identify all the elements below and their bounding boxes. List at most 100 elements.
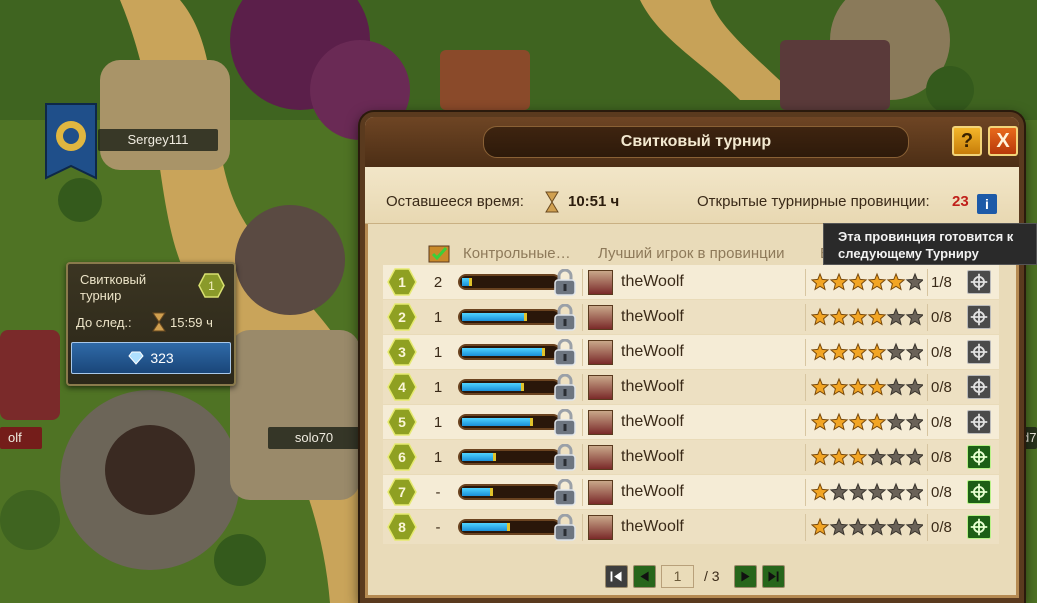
province-row[interactable]: 5 1 theWoolf 0/8: [383, 405, 999, 440]
lock-icon: [554, 409, 576, 436]
tournament-widget[interactable]: Свитковый турнир 1 До след.: 15:59 ч 323: [66, 262, 236, 386]
province-row[interactable]: 8 - theWoolf 0/8: [383, 510, 999, 545]
column-separator: [582, 269, 583, 296]
province-progress: 1/8: [931, 274, 952, 291]
progress-fill: [462, 313, 527, 321]
column-separator: [927, 514, 928, 541]
column-separator: [805, 304, 806, 331]
province-number-badge: 4: [387, 373, 417, 401]
locate-province-button[interactable]: [967, 375, 991, 399]
province-row[interactable]: 7 - theWoolf 0/8: [383, 475, 999, 510]
best-player-name: theWoolf: [621, 378, 684, 395]
column-best-player: Лучший игрок в провинции: [598, 245, 785, 262]
player-avatar[interactable]: [588, 340, 613, 365]
province-number-badge: 2: [387, 303, 417, 331]
star-empty-icon: [867, 517, 887, 536]
star-rating: [811, 482, 923, 501]
checkpoint-count: 1: [433, 379, 443, 396]
help-button[interactable]: ?: [952, 126, 982, 156]
checkpoint-count: 1: [433, 309, 443, 326]
progress-fill: [462, 418, 533, 426]
star-filled-icon: [829, 272, 849, 291]
star-filled-icon: [811, 412, 830, 431]
player-name-sergey[interactable]: Sergey111: [98, 129, 218, 151]
column-separator: [805, 374, 806, 401]
locate-province-button[interactable]: [967, 410, 991, 434]
info-button[interactable]: i: [977, 194, 997, 214]
diamond-icon: [128, 351, 144, 365]
province-number: 2: [398, 309, 406, 325]
checkpoint-progress-bar: [458, 519, 561, 535]
checkpoint-progress-bar: [458, 484, 561, 500]
page-input[interactable]: 1: [661, 565, 694, 588]
province-row[interactable]: 6 1 theWoolf 0/8: [383, 440, 999, 475]
province-number-badge: 1: [387, 268, 417, 296]
province-progress: 0/8: [931, 379, 952, 396]
lock-icon: [554, 514, 576, 541]
star-empty-icon: [886, 342, 906, 361]
best-player-name: theWoolf: [621, 413, 684, 430]
province-row[interactable]: 1 2 theWoolf 1/8: [383, 265, 999, 300]
last-page-button[interactable]: [762, 565, 785, 588]
remaining-time-label: Оставшееся время:: [386, 193, 524, 210]
checkpoint-count: -: [435, 484, 441, 501]
lock-icon: [554, 374, 576, 401]
locate-province-button[interactable]: [967, 480, 991, 504]
province-number: 5: [398, 414, 406, 430]
star-empty-icon: [867, 447, 887, 466]
checkpoint-progress-bar: [458, 379, 561, 395]
locate-province-button[interactable]: [967, 340, 991, 364]
player-avatar[interactable]: [588, 410, 613, 435]
star-filled-icon: [867, 307, 887, 326]
player-avatar[interactable]: [588, 515, 613, 540]
tournament-info-row: Оставшееся время: 10:51 ч Открытые турни…: [365, 167, 1019, 224]
checkpoint-progress-bar: [458, 274, 561, 290]
best-player-name: theWoolf: [621, 273, 684, 290]
player-avatar[interactable]: [588, 270, 613, 295]
player-name-solo[interactable]: solo70: [268, 427, 360, 449]
player-avatar[interactable]: [588, 480, 613, 505]
guild-banner-icon[interactable]: [42, 100, 100, 186]
progress-fill: [462, 278, 472, 286]
player-name-partial-left[interactable]: olf: [0, 427, 42, 449]
locate-province-button[interactable]: [967, 445, 991, 469]
province-row[interactable]: 3 1 theWoolf 0/8: [383, 335, 999, 370]
close-button[interactable]: X: [988, 126, 1018, 156]
star-rating: [811, 412, 923, 431]
star-rating: [811, 272, 923, 291]
lock-icon: [554, 444, 576, 471]
star-rating: [811, 377, 923, 396]
player-avatar[interactable]: [588, 445, 613, 470]
player-avatar[interactable]: [588, 375, 613, 400]
star-filled-icon: [829, 307, 849, 326]
locate-province-button[interactable]: [967, 270, 991, 294]
province-list: 1 2 theWoolf 1/8 2 1 theWoolf 0/8 3 1 theWoolf 0/8 4…: [383, 265, 999, 545]
star-filled-icon: [867, 272, 887, 291]
province-progress: 0/8: [931, 484, 952, 501]
player-avatar[interactable]: [588, 305, 613, 330]
next-page-button[interactable]: [734, 565, 757, 588]
star-empty-icon: [905, 342, 923, 361]
checkpoint-progress-bar: [458, 344, 561, 360]
tournament-level-value: 1: [208, 279, 215, 293]
star-empty-icon: [848, 482, 868, 501]
star-empty-icon: [905, 482, 923, 501]
lock-icon: [554, 479, 576, 506]
star-empty-icon: [905, 412, 923, 431]
locate-province-button[interactable]: [967, 305, 991, 329]
star-empty-icon: [905, 377, 923, 396]
star-filled-icon: [811, 517, 830, 536]
star-filled-icon: [848, 307, 868, 326]
prev-page-button[interactable]: [633, 565, 656, 588]
checkpoint-count: -: [435, 519, 441, 536]
province-row[interactable]: 4 1 theWoolf 0/8: [383, 370, 999, 405]
best-player-name: theWoolf: [621, 308, 684, 325]
gem-button[interactable]: 323: [71, 342, 231, 374]
tooltip-line-2: следующему Турниру: [838, 246, 979, 261]
province-row[interactable]: 2 1 theWoolf 0/8: [383, 300, 999, 335]
first-page-button[interactable]: [605, 565, 628, 588]
locate-province-button[interactable]: [967, 515, 991, 539]
column-separator: [927, 409, 928, 436]
checkpoint-count: 1: [433, 344, 443, 361]
scroll-tournament-dialog: Свитковый турнир ? X Оставшееся время: 1…: [360, 112, 1024, 603]
